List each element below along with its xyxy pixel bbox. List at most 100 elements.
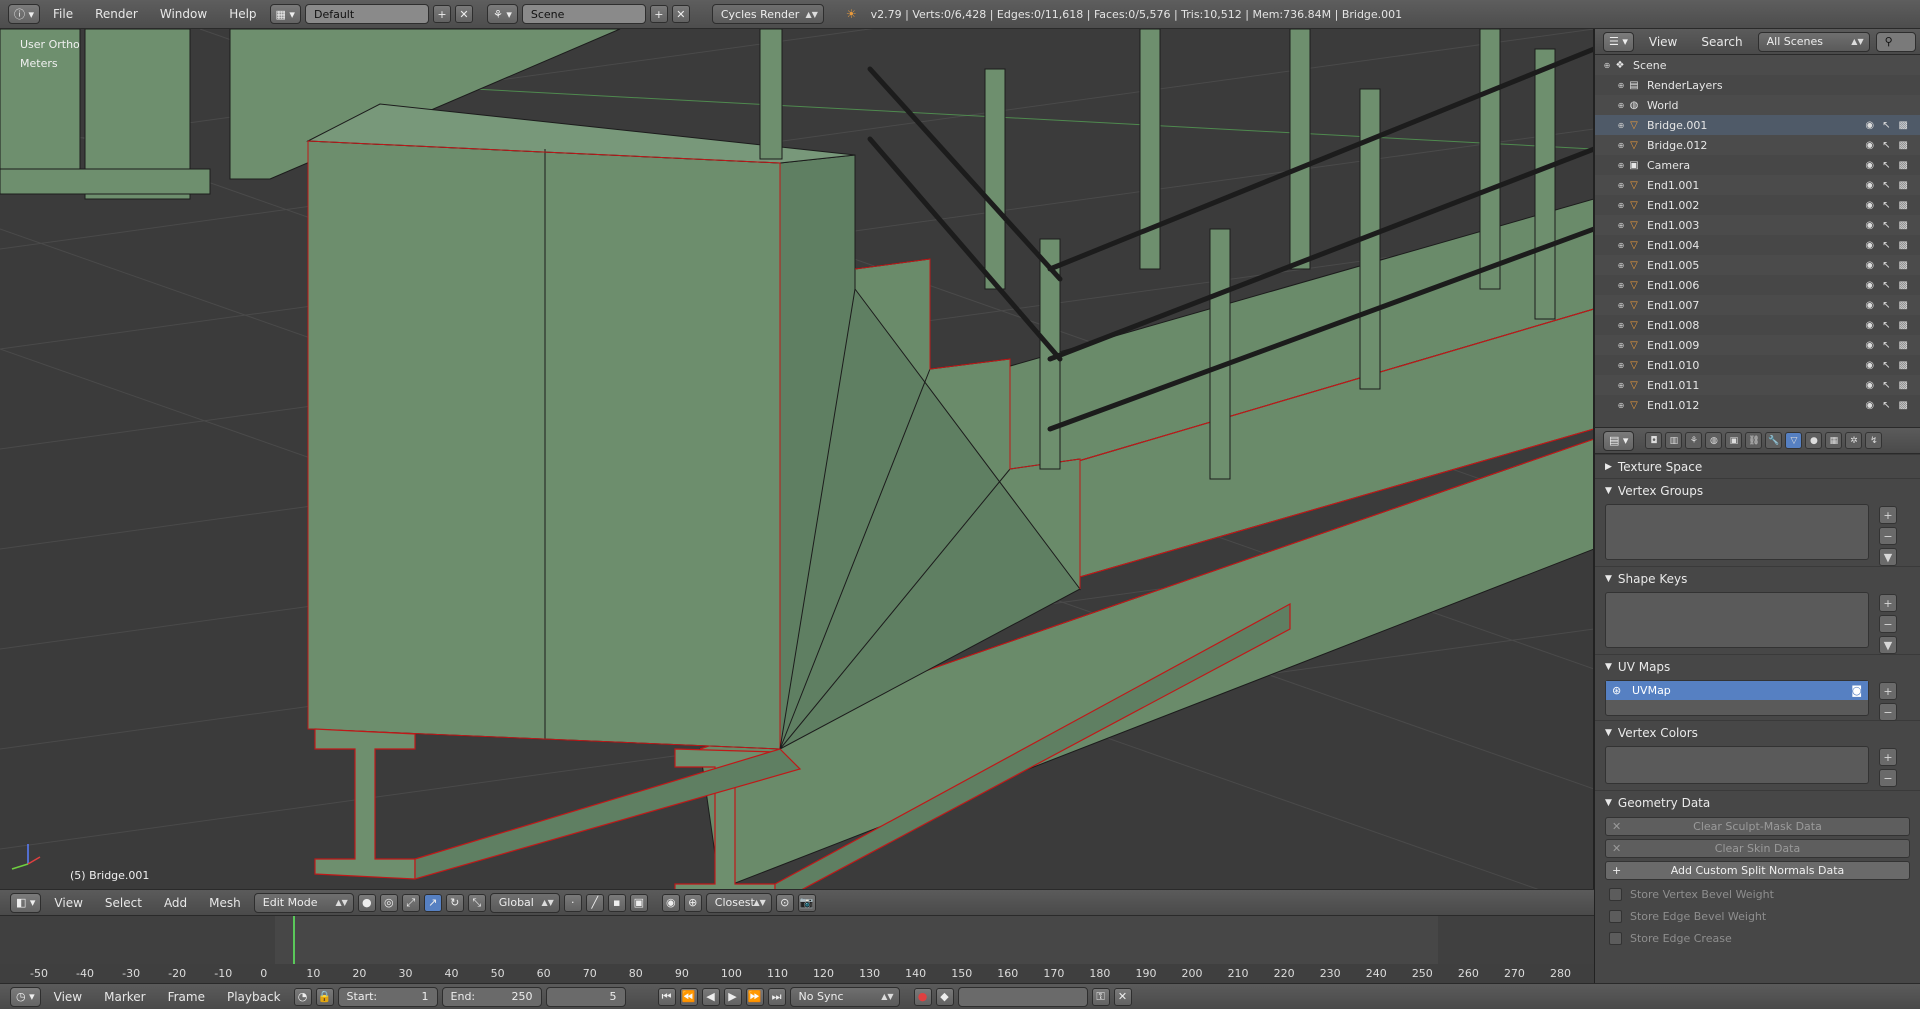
cursor-icon[interactable]: ↖ — [1882, 240, 1890, 251]
outliner-item[interactable]: ⊕ ▽ End1.005 ◉ ↖ ▩ — [1595, 255, 1920, 275]
add-vertex-color-icon[interactable]: + — [1879, 748, 1897, 766]
store-edge-bevel-row[interactable]: Store Edge Bevel Weight — [1595, 905, 1920, 927]
expand-toggle-icon[interactable]: ⊕ — [1615, 241, 1627, 250]
eye-icon[interactable]: ◉ — [1865, 120, 1874, 131]
outliner-item[interactable]: ⊕ ❖ Scene — [1595, 55, 1920, 75]
outliner-item[interactable]: ⊕ ▽ End1.010 ◉ ↖ ▩ — [1595, 355, 1920, 375]
outliner-search-field[interactable]: ⚲ — [1875, 31, 1916, 52]
menu-view[interactable]: View — [45, 896, 91, 910]
cursor-icon[interactable]: ↖ — [1882, 220, 1890, 231]
shape-key-menu-icon[interactable]: ▼ — [1879, 636, 1897, 654]
store-vertex-bevel-row[interactable]: Store Vertex Bevel Weight — [1595, 883, 1920, 905]
properties-editor-type-button[interactable]: ▤ ▾ — [1603, 430, 1635, 451]
outliner-item[interactable]: ⊕ ▽ End1.002 ◉ ↖ ▩ — [1595, 195, 1920, 215]
eye-icon[interactable]: ◉ — [1865, 280, 1874, 291]
orientation-select[interactable]: Global ▲▼ — [489, 892, 560, 913]
expand-toggle-icon[interactable]: ⊕ — [1615, 381, 1627, 390]
panel-geometry-data[interactable]: ▼ Geometry Data — [1595, 790, 1920, 814]
uv-map-render-icon[interactable]: ◙ — [1851, 684, 1862, 697]
delete-keyframe-icon[interactable]: ✕ — [1113, 987, 1132, 1006]
add-split-normals-button[interactable]: + Add Custom Split Normals Data — [1605, 861, 1910, 880]
limit-visible-icon[interactable]: ▣ — [629, 893, 648, 912]
outliner-item[interactable]: ⊕ ▽ End1.003 ◉ ↖ ▩ — [1595, 215, 1920, 235]
expand-toggle-icon[interactable]: ⊕ — [1615, 81, 1627, 90]
cursor-icon[interactable]: ↖ — [1882, 200, 1890, 211]
vertex-group-menu-icon[interactable]: ▼ — [1879, 548, 1897, 566]
menu-marker[interactable]: Marker — [95, 990, 154, 1004]
preview-range-icon[interactable]: ◔ — [293, 987, 312, 1006]
eye-icon[interactable]: ◉ — [1865, 140, 1874, 151]
cursor-icon[interactable]: ↖ — [1882, 140, 1890, 151]
next-keyframe-icon[interactable]: ⏩ — [745, 987, 764, 1006]
outliner-item[interactable]: ⊕ ◍ World — [1595, 95, 1920, 115]
panel-shape-keys[interactable]: ▼ Shape Keys — [1595, 566, 1920, 590]
camera-render-icon[interactable]: ▩ — [1899, 140, 1908, 151]
layout-icon-button[interactable]: ▦ ▾ — [269, 4, 301, 24]
eye-icon[interactable]: ◉ — [1865, 260, 1874, 271]
eye-icon[interactable]: ◉ — [1865, 240, 1874, 251]
camera-render-icon[interactable]: ▩ — [1899, 300, 1908, 311]
translate-icon[interactable]: ↗ — [423, 893, 442, 912]
world-tab-icon[interactable]: ◍ — [1705, 432, 1723, 449]
eye-icon[interactable]: ◉ — [1865, 380, 1874, 391]
layout-field[interactable]: Default — [304, 4, 429, 24]
scene-field[interactable]: Scene — [521, 4, 646, 24]
object-tab-icon[interactable]: ▣ — [1725, 432, 1743, 449]
snap-icon[interactable]: ⊕ — [683, 893, 702, 912]
outliner-item[interactable]: ⊕ ▽ End1.001 ◉ ↖ ▩ — [1595, 175, 1920, 195]
scene-tab-icon[interactable]: ⚘ — [1685, 432, 1703, 449]
eye-icon[interactable]: ◉ — [1865, 340, 1874, 351]
outliner-item[interactable]: ⊕ ▤ RenderLayers — [1595, 75, 1920, 95]
expand-toggle-icon[interactable]: ⊕ — [1615, 221, 1627, 230]
expand-toggle-icon[interactable]: ⊕ — [1615, 161, 1627, 170]
cursor-icon[interactable]: ↖ — [1882, 320, 1890, 331]
constraints-tab-icon[interactable]: ⛓ — [1745, 432, 1763, 449]
shape-keys-list[interactable] — [1605, 592, 1869, 648]
camera-render-icon[interactable]: ▩ — [1899, 120, 1908, 131]
camera-render-icon[interactable]: ▩ — [1899, 380, 1908, 391]
camera-render-icon[interactable]: ▩ — [1899, 160, 1908, 171]
insert-keyframe-icon[interactable]: ⚿ — [1091, 987, 1110, 1006]
prev-keyframe-icon[interactable]: ⏪ — [679, 987, 698, 1006]
jump-start-icon[interactable]: ⏮ — [657, 987, 676, 1006]
expand-toggle-icon[interactable]: ⊕ — [1615, 101, 1627, 110]
menu-add[interactable]: Add — [155, 896, 196, 910]
panel-uv-maps[interactable]: ▼ UV Maps — [1595, 654, 1920, 678]
menu-outliner-view[interactable]: View — [1640, 35, 1686, 49]
vertex-select-icon[interactable]: · — [563, 893, 582, 912]
cursor-icon[interactable]: ↖ — [1882, 160, 1890, 171]
cursor-icon[interactable]: ↖ — [1882, 180, 1890, 191]
scale-icon[interactable]: ⤡ — [467, 893, 486, 912]
camera-render-icon[interactable]: ▩ — [1899, 400, 1908, 411]
outliner-item[interactable]: ⊕ ▽ Bridge.012 ◉ ↖ ▩ — [1595, 135, 1920, 155]
panel-vertex-groups[interactable]: ▼ Vertex Groups — [1595, 478, 1920, 502]
expand-toggle-icon[interactable]: ⊕ — [1601, 61, 1613, 70]
uv-maps-list[interactable]: ⊛ UVMap ◙ — [1605, 680, 1869, 716]
timeline-editor-type-button[interactable]: ◷ ▾ — [10, 986, 41, 1007]
expand-toggle-icon[interactable]: ⊕ — [1615, 141, 1627, 150]
menu-playback[interactable]: Playback — [218, 990, 290, 1004]
mode-select[interactable]: Edit Mode ▲▼ — [253, 892, 354, 913]
render-engine-select[interactable]: Cycles Render ▲▼ — [711, 4, 824, 24]
eye-icon[interactable]: ◉ — [1865, 300, 1874, 311]
render-preview-icon[interactable]: 📷 — [797, 893, 816, 912]
panel-texture-space[interactable]: ▶ Texture Space — [1595, 454, 1920, 478]
add-layout-icon[interactable]: + — [432, 5, 451, 23]
add-shape-key-icon[interactable]: + — [1879, 594, 1897, 612]
cursor-icon[interactable]: ↖ — [1882, 260, 1890, 271]
eye-icon[interactable]: ◉ — [1865, 360, 1874, 371]
eye-icon[interactable]: ◉ — [1865, 200, 1874, 211]
menu-window[interactable]: Window — [151, 7, 216, 21]
outliner-item[interactable]: ⊕ ▽ End1.006 ◉ ↖ ▩ — [1595, 275, 1920, 295]
eye-icon[interactable]: ◉ — [1865, 220, 1874, 231]
cursor-icon[interactable]: ↖ — [1882, 360, 1890, 371]
expand-toggle-icon[interactable]: ⊕ — [1615, 361, 1627, 370]
expand-toggle-icon[interactable]: ⊕ — [1615, 321, 1627, 330]
eye-icon[interactable]: ◉ — [1865, 180, 1874, 191]
current-frame-line[interactable] — [293, 916, 295, 964]
keying-icon[interactable]: ◆ — [935, 987, 954, 1006]
uv-map-item[interactable]: ⊛ UVMap ◙ — [1606, 681, 1868, 700]
expand-toggle-icon[interactable]: ⊕ — [1615, 401, 1627, 410]
camera-render-icon[interactable]: ▩ — [1899, 260, 1908, 271]
3d-viewport[interactable]: User Ortho Meters (5) Bridge.001 — [0, 29, 1594, 889]
